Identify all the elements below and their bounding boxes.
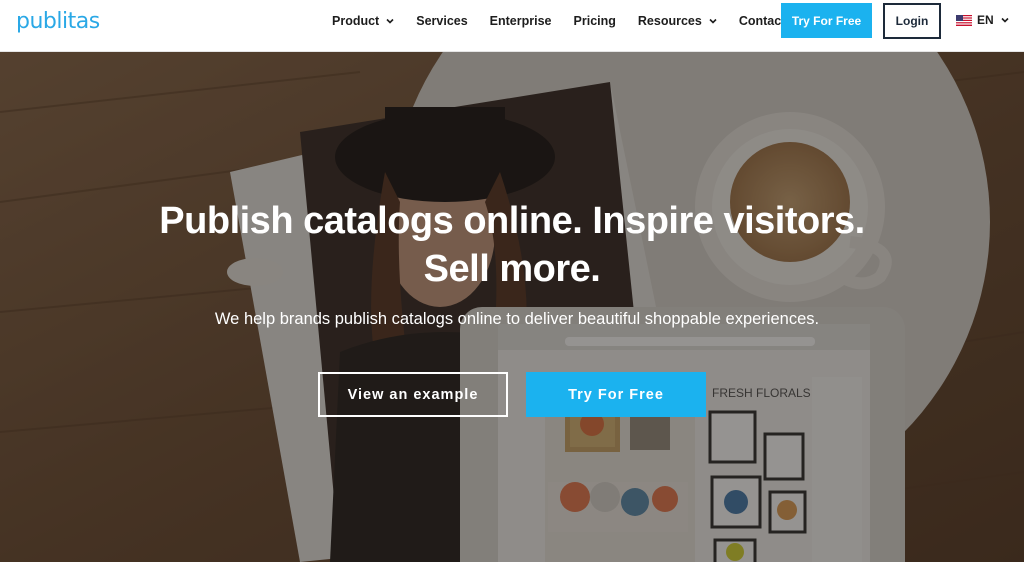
hero-subline: We help brands publish catalogs online t… bbox=[214, 310, 820, 328]
hero-section: FRESH FLORALS Publish catalogs online. I… bbox=[0, 52, 1024, 562]
language-selector[interactable]: EN bbox=[956, 13, 1009, 27]
nav-services-label: Services bbox=[416, 14, 468, 28]
hero-headline-line1: Publish catalogs online. Inspire visitor… bbox=[159, 200, 865, 242]
chevron-down-icon bbox=[1001, 17, 1009, 23]
hero-try-for-free-button[interactable]: Try For Free bbox=[526, 372, 706, 417]
nav-product-label: Product bbox=[332, 14, 380, 28]
publitas-logo[interactable]: publitas bbox=[16, 9, 100, 34]
main-nav: Product Services Enterprise Pricing Reso… bbox=[332, 0, 807, 42]
login-button[interactable]: Login bbox=[883, 3, 941, 39]
nav-resources-label: Resources bbox=[637, 14, 702, 28]
chevron-down-icon bbox=[386, 18, 394, 24]
nav-contact-label: Contact bbox=[738, 14, 786, 28]
hero-overlay bbox=[0, 52, 1024, 562]
chevron-down-icon bbox=[709, 18, 717, 24]
us-flag-icon bbox=[956, 14, 972, 26]
nav-enterprise[interactable]: Enterprise bbox=[490, 14, 552, 28]
try-for-free-button[interactable]: Try For Free bbox=[781, 3, 872, 38]
nav-resources[interactable]: Resources bbox=[638, 14, 717, 28]
nav-enterprise-label: Enterprise bbox=[489, 14, 552, 28]
nav-contact[interactable]: Contact bbox=[739, 14, 786, 28]
nav-pricing[interactable]: Pricing bbox=[574, 14, 616, 28]
language-label: EN bbox=[977, 13, 994, 27]
site-header: publitas Product Services Enterprise Pri… bbox=[0, 0, 1024, 52]
view-example-button[interactable]: View an example bbox=[318, 372, 508, 417]
hero-headline: Publish catalogs online. Inspire visitor… bbox=[0, 197, 1024, 293]
nav-services[interactable]: Services bbox=[416, 14, 467, 28]
nav-pricing-label: Pricing bbox=[573, 14, 616, 28]
nav-product[interactable]: Product bbox=[332, 14, 394, 28]
hero-headline-line2: Sell more. bbox=[423, 248, 601, 290]
